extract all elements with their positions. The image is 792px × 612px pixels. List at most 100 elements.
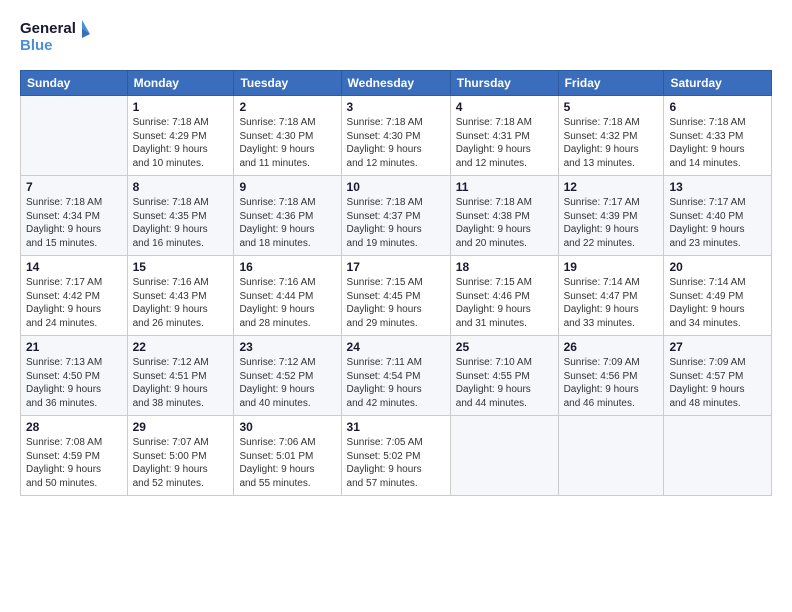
day-info: Sunrise: 7:12 AMSunset: 4:51 PMDaylight:… [133, 356, 229, 410]
day-number: 5 [564, 100, 659, 114]
day-number: 26 [564, 340, 659, 354]
day-info: Sunrise: 7:18 AMSunset: 4:30 PMDaylight:… [347, 116, 445, 170]
day-info: Sunrise: 7:10 AMSunset: 4:55 PMDaylight:… [456, 356, 553, 410]
day-info: Sunrise: 7:17 AMSunset: 4:42 PMDaylight:… [26, 276, 122, 330]
day-number: 27 [669, 340, 766, 354]
calendar-cell: 2Sunrise: 7:18 AMSunset: 4:30 PMDaylight… [234, 96, 341, 176]
day-number: 3 [347, 100, 445, 114]
calendar-cell: 28 Sunrise: 7:08 AMSunset: 4:59 PMDayligh… [21, 416, 128, 496]
day-number: 11 [456, 180, 553, 194]
day-number: 16 [239, 260, 335, 274]
calendar-cell: 1 Sunrise: 7:18 AMSunset: 4:29 PMDaylight… [127, 96, 234, 176]
calendar-cell: 15 Sunrise: 7:16 AMSunset: 4:43 PMDayligh… [127, 256, 234, 336]
day-number: 19 [564, 260, 659, 274]
page: General Blue SundayMondayTuesdayWednesda… [0, 0, 792, 612]
calendar-cell: 3 Sunrise: 7:18 AMSunset: 4:30 PMDaylight… [341, 96, 450, 176]
day-info: Sunrise: 7:13 AMSunset: 4:50 PMDaylight:… [26, 356, 122, 410]
calendar-cell: 19 Sunrise: 7:14 AMSunset: 4:47 PMDayligh… [558, 256, 664, 336]
calendar-cell [450, 416, 558, 496]
day-info: Sunrise: 7:16 AMSunset: 4:43 PMDaylight:… [133, 276, 229, 330]
day-info: Sunrise: 7:09 AMSunset: 4:56 PMDaylight:… [564, 356, 659, 410]
calendar-header-row: SundayMondayTuesdayWednesdayThursdayFrid… [21, 71, 772, 96]
day-info: Sunrise: 7:17 AMSunset: 4:40 PMDaylight:… [669, 196, 766, 250]
day-info: Sunrise: 7:18 AMSunset: 4:37 PMDaylight:… [347, 196, 445, 250]
day-info: Sunrise: 7:18 AMSunset: 4:38 PMDaylight:… [456, 196, 553, 250]
day-number: 25 [456, 340, 553, 354]
day-number: 30 [239, 420, 335, 434]
weekday-header-tuesday: Tuesday [234, 71, 341, 96]
weekday-header-thursday: Thursday [450, 71, 558, 96]
calendar-cell: 20 Sunrise: 7:14 AMSunset: 4:49 PMDayligh… [664, 256, 772, 336]
day-info: Sunrise: 7:15 AMSunset: 4:45 PMDaylight:… [347, 276, 445, 330]
calendar-week-2: 7Sunrise: 7:18 AMSunset: 4:34 PMDaylight… [21, 176, 772, 256]
day-number: 17 [347, 260, 445, 274]
calendar-cell: 12 Sunrise: 7:17 AMSunset: 4:39 PMDayligh… [558, 176, 664, 256]
day-info: Sunrise: 7:12 AMSunset: 4:52 PMDaylight:… [239, 356, 335, 410]
calendar-cell: 27Sunrise: 7:09 AMSunset: 4:57 PMDayligh… [664, 336, 772, 416]
logo-svg: General Blue [20, 16, 90, 60]
day-info: Sunrise: 7:07 AMSunset: 5:00 PMDaylight:… [133, 436, 229, 490]
day-info: Sunrise: 7:18 AMSunset: 4:34 PMDaylight:… [26, 196, 122, 250]
calendar-cell: 24 Sunrise: 7:11 AMSunset: 4:54 PMDayligh… [341, 336, 450, 416]
weekday-header-saturday: Saturday [664, 71, 772, 96]
day-number: 23 [239, 340, 335, 354]
weekday-header-monday: Monday [127, 71, 234, 96]
day-number: 15 [133, 260, 229, 274]
calendar-body: 1 Sunrise: 7:18 AMSunset: 4:29 PMDaylight… [21, 96, 772, 496]
calendar-cell: 13 Sunrise: 7:17 AMSunset: 4:40 PMDayligh… [664, 176, 772, 256]
calendar-table: SundayMondayTuesdayWednesdayThursdayFrid… [20, 70, 772, 496]
day-number: 6 [669, 100, 766, 114]
day-info: Sunrise: 7:17 AMSunset: 4:39 PMDaylight:… [564, 196, 659, 250]
day-number: 18 [456, 260, 553, 274]
day-number: 21 [26, 340, 122, 354]
calendar-cell: 17 Sunrise: 7:15 AMSunset: 4:45 PMDayligh… [341, 256, 450, 336]
day-number: 31 [347, 420, 445, 434]
day-number: 9 [239, 180, 335, 194]
calendar-cell: 9Sunrise: 7:18 AMSunset: 4:36 PMDaylight… [234, 176, 341, 256]
day-number: 24 [347, 340, 445, 354]
calendar-week-3: 14 Sunrise: 7:17 AMSunset: 4:42 PMDayligh… [21, 256, 772, 336]
calendar-cell [558, 416, 664, 496]
calendar-cell: 22 Sunrise: 7:12 AMSunset: 4:51 PMDayligh… [127, 336, 234, 416]
day-number: 20 [669, 260, 766, 274]
day-number: 10 [347, 180, 445, 194]
day-info: Sunrise: 7:18 AMSunset: 4:35 PMDaylight:… [133, 196, 229, 250]
calendar-cell: 30 Sunrise: 7:06 AMSunset: 5:01 PMDayligh… [234, 416, 341, 496]
calendar-cell: 4Sunrise: 7:18 AMSunset: 4:31 PMDaylight… [450, 96, 558, 176]
day-number: 29 [133, 420, 229, 434]
day-info: Sunrise: 7:14 AMSunset: 4:47 PMDaylight:… [564, 276, 659, 330]
calendar-cell: 31 Sunrise: 7:05 AMSunset: 5:02 PMDayligh… [341, 416, 450, 496]
calendar-cell: 7Sunrise: 7:18 AMSunset: 4:34 PMDaylight… [21, 176, 128, 256]
calendar-cell: 25 Sunrise: 7:10 AMSunset: 4:55 PMDayligh… [450, 336, 558, 416]
day-number: 12 [564, 180, 659, 194]
calendar-cell: 6Sunrise: 7:18 AMSunset: 4:33 PMDaylight… [664, 96, 772, 176]
day-info: Sunrise: 7:14 AMSunset: 4:49 PMDaylight:… [669, 276, 766, 330]
day-info: Sunrise: 7:06 AMSunset: 5:01 PMDaylight:… [239, 436, 335, 490]
day-info: Sunrise: 7:11 AMSunset: 4:54 PMDaylight:… [347, 356, 445, 410]
day-info: Sunrise: 7:18 AMSunset: 4:29 PMDaylight:… [133, 116, 229, 170]
calendar-cell: 11 Sunrise: 7:18 AMSunset: 4:38 PMDayligh… [450, 176, 558, 256]
day-info: Sunrise: 7:16 AMSunset: 4:44 PMDaylight:… [239, 276, 335, 330]
calendar-cell: 29 Sunrise: 7:07 AMSunset: 5:00 PMDayligh… [127, 416, 234, 496]
calendar-cell [21, 96, 128, 176]
calendar-cell: 18 Sunrise: 7:15 AMSunset: 4:46 PMDayligh… [450, 256, 558, 336]
svg-text:Blue: Blue [20, 37, 53, 54]
calendar-cell: 10 Sunrise: 7:18 AMSunset: 4:37 PMDayligh… [341, 176, 450, 256]
calendar-week-5: 28 Sunrise: 7:08 AMSunset: 4:59 PMDayligh… [21, 416, 772, 496]
calendar-cell: 16 Sunrise: 7:16 AMSunset: 4:44 PMDayligh… [234, 256, 341, 336]
day-info: Sunrise: 7:08 AMSunset: 4:59 PMDaylight:… [26, 436, 122, 490]
calendar-week-4: 21 Sunrise: 7:13 AMSunset: 4:50 PMDayligh… [21, 336, 772, 416]
svg-text:General: General [20, 20, 76, 37]
day-info: Sunrise: 7:05 AMSunset: 5:02 PMDaylight:… [347, 436, 445, 490]
day-number: 28 [26, 420, 122, 434]
day-number: 13 [669, 180, 766, 194]
calendar-cell: 26 Sunrise: 7:09 AMSunset: 4:56 PMDayligh… [558, 336, 664, 416]
day-number: 14 [26, 260, 122, 274]
weekday-header-sunday: Sunday [21, 71, 128, 96]
header: General Blue [20, 16, 772, 60]
day-number: 1 [133, 100, 229, 114]
day-number: 4 [456, 100, 553, 114]
weekday-header-friday: Friday [558, 71, 664, 96]
day-number: 22 [133, 340, 229, 354]
day-info: Sunrise: 7:15 AMSunset: 4:46 PMDaylight:… [456, 276, 553, 330]
